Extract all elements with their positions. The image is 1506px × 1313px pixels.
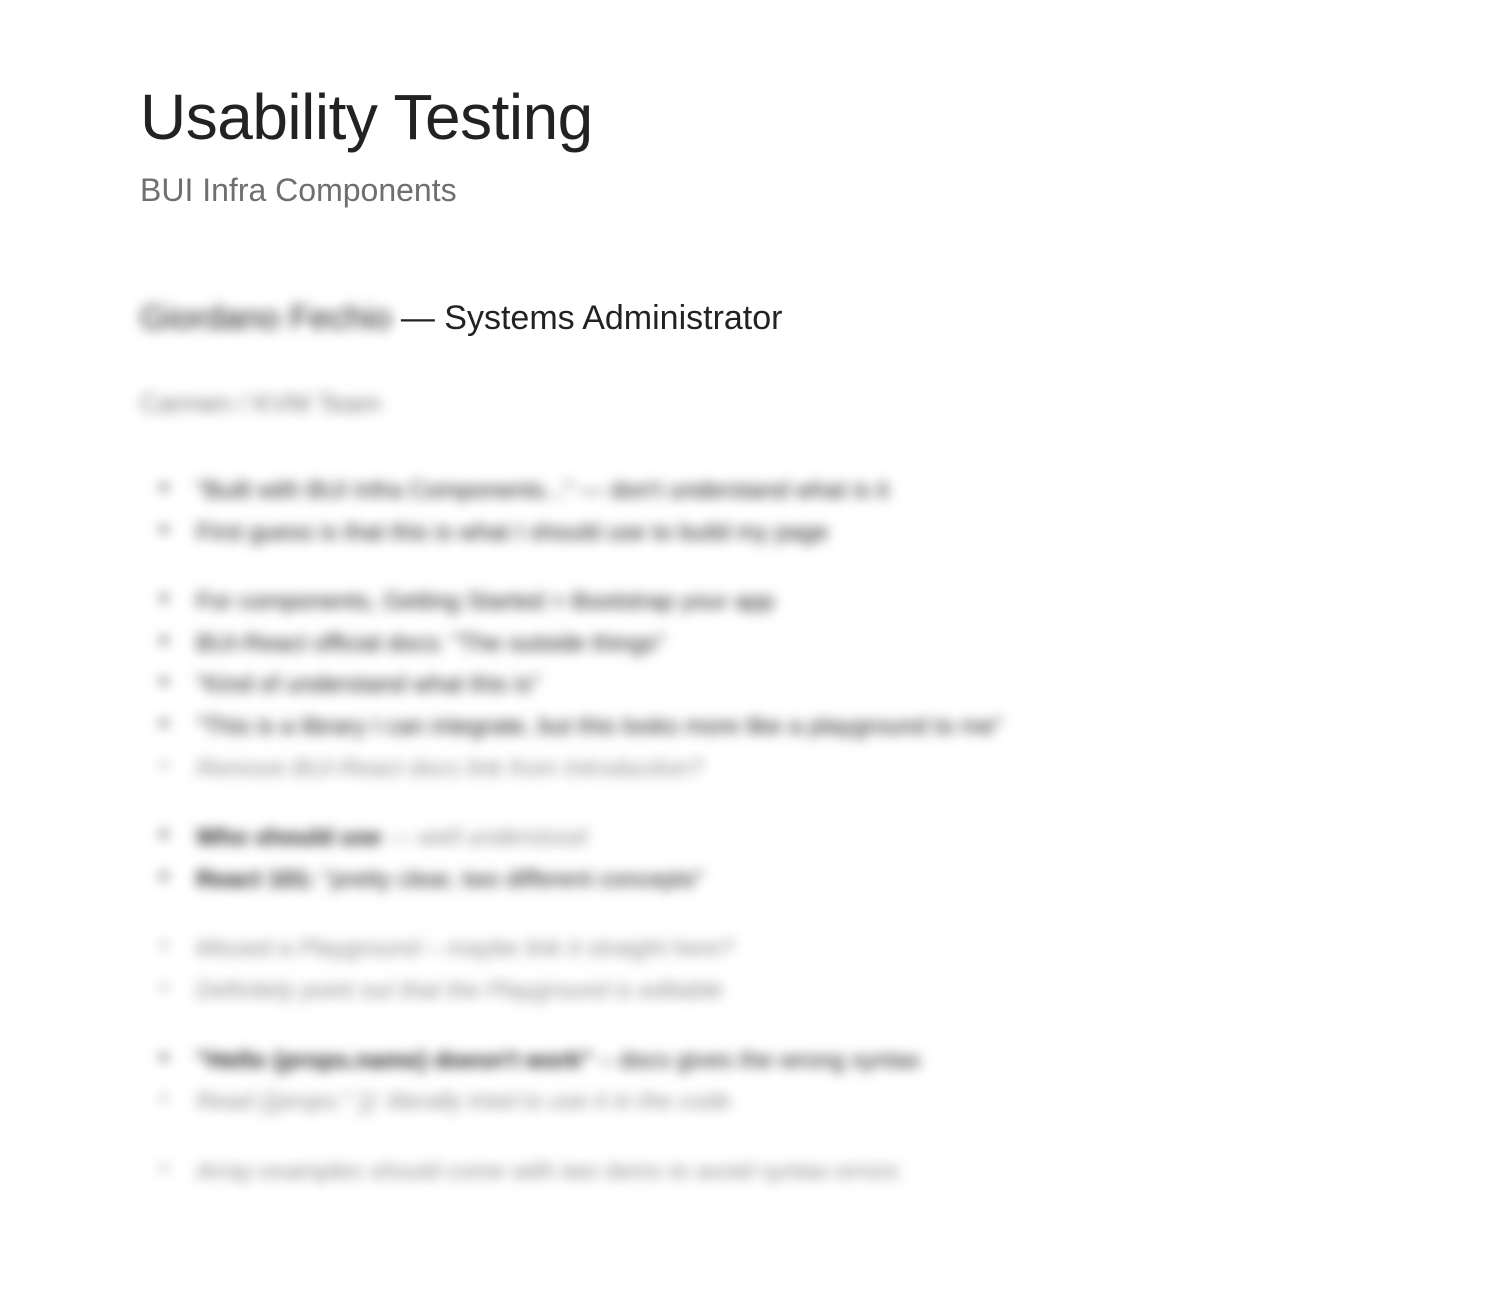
note-text: "This is a library I can integrate, but … — [196, 713, 1003, 740]
note-item: "Built with BUI Infra Components..." — d… — [160, 474, 1366, 508]
participant-name: Giordano Fechio — [140, 299, 391, 338]
group-spacer — [160, 1127, 1366, 1155]
note-item: Missed a Playground – maybe link it stra… — [160, 932, 1366, 966]
note-item: Remove BUI-React docs link from Introduc… — [160, 752, 1366, 786]
note-text: "Kind of understand what this is" — [196, 671, 540, 698]
note-text: Missed a Playground – maybe link it stra… — [196, 935, 734, 962]
note-suffix: "pretty clear, two different concepts" — [316, 866, 703, 893]
note-bold-prefix: "Hello {props.name} doesn't work" — [196, 1047, 593, 1074]
note-bold-prefix: Who should use — [196, 824, 381, 851]
note-bold-prefix: React 101: — [196, 866, 316, 893]
note-item: Definitely point out that the Playground… — [160, 974, 1366, 1008]
note-item: For components, Getting Started > Bootst… — [160, 585, 1366, 619]
note-text: BUI-React official docs: "The outside th… — [196, 630, 665, 657]
note-text: Remove BUI-React docs link from Introduc… — [196, 755, 703, 782]
note-text: First guess is that this is what I shoul… — [196, 519, 828, 546]
note-item: "This is a library I can integrate, but … — [160, 710, 1366, 744]
note-item: React 101: "pretty clear, two different … — [160, 863, 1366, 897]
note-text: "Built with BUI Infra Components..." — d… — [196, 477, 889, 504]
note-suffix: – docs gives the wrong syntax — [593, 1047, 921, 1074]
participant-role: Systems Administrator — [444, 299, 782, 337]
participant-separator: — — [401, 299, 444, 337]
note-item: First guess is that this is what I shoul… — [160, 516, 1366, 550]
note-item: "Kind of understand what this is" — [160, 668, 1366, 702]
note-item: Read {{props:'' }}: literally tried to u… — [160, 1085, 1366, 1119]
note-item: Who should use — well understood — [160, 821, 1366, 855]
note-text: Definitely point out that the Playground… — [196, 977, 723, 1004]
note-suffix: — well understood — [381, 824, 586, 851]
participant-team: Carmen / KVM Team — [140, 388, 1366, 419]
note-item: Array examples should come with two item… — [160, 1155, 1366, 1189]
page-title: Usability Testing — [140, 80, 1366, 154]
notes-list: "Built with BUI Infra Components..." — d… — [140, 474, 1366, 1188]
group-spacer — [160, 793, 1366, 821]
note-text: For components, Getting Started > Bootst… — [196, 588, 774, 615]
note-item: "Hello {props.name} doesn't work" – docs… — [160, 1044, 1366, 1078]
note-text: Array examples should come with two item… — [196, 1158, 899, 1185]
group-spacer — [160, 904, 1366, 932]
group-spacer — [160, 1016, 1366, 1044]
note-item: BUI-React official docs: "The outside th… — [160, 627, 1366, 661]
document-page: Usability Testing BUI Infra Components G… — [0, 0, 1506, 1276]
participant-header: Giordano Fechio — Systems Administrator — [140, 299, 1366, 338]
group-spacer — [160, 557, 1366, 585]
page-subtitle: BUI Infra Components — [140, 172, 1366, 209]
note-text: Read {{props:'' }}: literally tried to u… — [196, 1088, 731, 1115]
